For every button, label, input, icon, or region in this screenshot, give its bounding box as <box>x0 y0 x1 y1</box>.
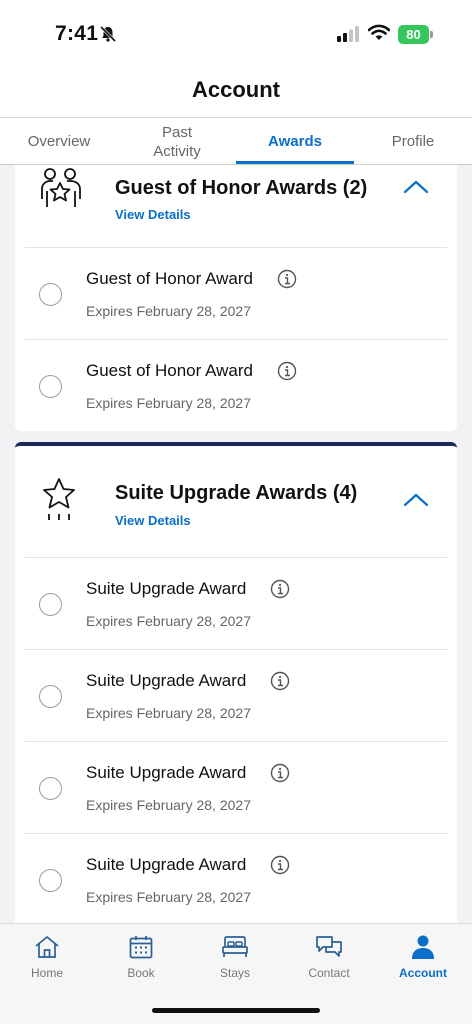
tab-overview[interactable]: Overview <box>0 118 118 165</box>
award-radio[interactable] <box>39 283 62 306</box>
active-tab-indicator <box>236 161 354 164</box>
wifi-icon <box>368 24 390 40</box>
award-radio[interactable] <box>39 777 62 800</box>
nav-label: Account <box>399 966 447 980</box>
home-icon <box>35 936 59 958</box>
nav-label: Book <box>127 966 155 980</box>
nav-label: Stays <box>219 966 250 980</box>
award-row[interactable]: Suite Upgrade Award Expires February 28,… <box>25 833 447 923</box>
status-time: 7:41 <box>55 22 99 45</box>
award-radio[interactable] <box>39 593 62 616</box>
award-row[interactable]: Suite Upgrade Award Expires February 28,… <box>25 649 447 741</box>
tab-profile[interactable]: Profile <box>354 118 472 165</box>
home-indicator[interactable] <box>152 1008 320 1013</box>
people-star-icon <box>41 168 81 207</box>
info-icon[interactable] <box>270 855 290 875</box>
bell-slash-icon <box>99 25 117 43</box>
tab-awards[interactable]: Awards <box>236 118 354 165</box>
award-row[interactable]: Guest of Honor Award Expires February 28… <box>25 247 447 339</box>
info-icon[interactable] <box>270 671 290 691</box>
tab-bar: Overview Past Activity Awards Profile <box>0 118 472 165</box>
nav-label: Home <box>30 966 63 980</box>
award-name: Guest of Honor Award <box>86 269 253 288</box>
info-icon[interactable] <box>277 269 297 289</box>
battery-cap <box>430 31 433 38</box>
status-bar: 7:41 80 <box>0 0 472 70</box>
award-name: Suite Upgrade Award <box>86 763 247 782</box>
chevron-up-icon[interactable] <box>403 179 429 195</box>
award-name: Suite Upgrade Award <box>86 579 247 598</box>
nav-account[interactable]: Account <box>376 924 470 986</box>
nav-label: Contact <box>308 966 350 980</box>
signal-icon <box>337 26 359 42</box>
award-row[interactable]: Suite Upgrade Award Expires February 28,… <box>25 557 447 649</box>
info-icon[interactable] <box>270 579 290 599</box>
bed-icon <box>222 936 248 957</box>
calendar-icon <box>129 936 153 959</box>
chat-icon <box>316 936 342 957</box>
award-row[interactable]: Guest of Honor Award Expires February 28… <box>25 339 447 431</box>
awards-list[interactable]: Guest of Honor Awards (2) View Details G… <box>0 165 472 923</box>
award-expiry: Expires February 28, 2027 <box>86 797 251 813</box>
section-title: Suite Upgrade Awards (4) <box>115 482 358 504</box>
guest-of-honor-section: Guest of Honor Awards (2) View Details G… <box>15 165 457 431</box>
tab-past-activity[interactable]: Past Activity <box>118 118 236 165</box>
award-radio[interactable] <box>39 869 62 892</box>
view-details-link[interactable]: View Details <box>115 513 191 528</box>
award-expiry: Expires February 28, 2027 <box>86 303 251 319</box>
person-icon <box>412 935 434 959</box>
nav-stays[interactable]: Stays <box>188 924 282 986</box>
award-name: Suite Upgrade Award <box>86 671 247 690</box>
award-radio[interactable] <box>39 375 62 398</box>
info-icon[interactable] <box>270 763 290 783</box>
star-upgrade-icon <box>43 478 75 520</box>
award-expiry: Expires February 28, 2027 <box>86 889 251 905</box>
award-expiry: Expires February 28, 2027 <box>86 705 251 721</box>
header: Account <box>0 70 472 118</box>
award-name: Guest of Honor Award <box>86 361 253 380</box>
battery-level: 80 <box>406 27 421 42</box>
page-title: Account <box>192 77 280 102</box>
nav-contact[interactable]: Contact <box>282 924 376 986</box>
view-details-link[interactable]: View Details <box>115 207 191 222</box>
award-expiry: Expires February 28, 2027 <box>86 613 251 629</box>
battery-indicator: 80 <box>398 25 429 44</box>
section-title: Guest of Honor Awards (2) <box>115 177 368 199</box>
nav-book[interactable]: Book <box>94 924 188 986</box>
info-icon[interactable] <box>277 361 297 381</box>
award-row[interactable]: Suite Upgrade Award Expires February 28,… <box>25 741 447 833</box>
suite-upgrade-section: Suite Upgrade Awards (4) View Details Su… <box>15 442 457 923</box>
nav-home[interactable]: Home <box>0 924 94 986</box>
chevron-up-icon[interactable] <box>403 492 429 508</box>
award-expiry: Expires February 28, 2027 <box>86 395 251 411</box>
award-radio[interactable] <box>39 685 62 708</box>
award-name: Suite Upgrade Award <box>86 855 247 874</box>
